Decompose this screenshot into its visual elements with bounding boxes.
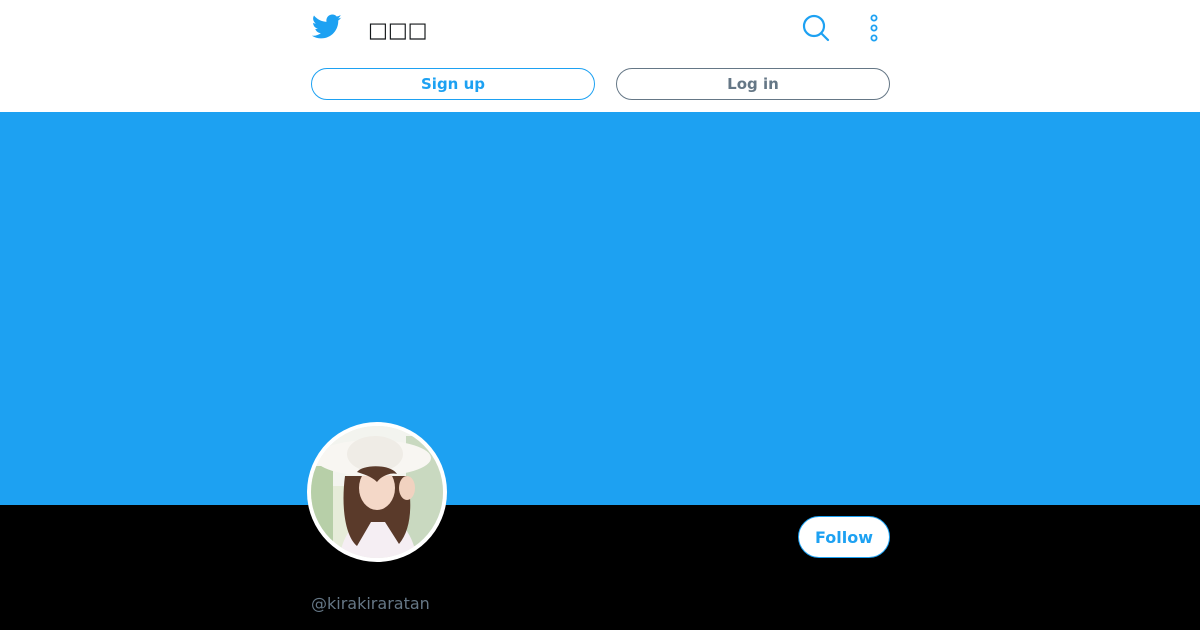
more-vertical-icon[interactable]: [864, 12, 884, 44]
follow-button[interactable]: Follow: [798, 516, 890, 558]
avatar-photo: [311, 426, 443, 558]
twitter-bird-icon[interactable]: [312, 14, 342, 40]
top-bar: □□□ Sign up Log in: [0, 0, 1200, 112]
log-in-button[interactable]: Log in: [616, 68, 890, 100]
search-icon[interactable]: [800, 12, 832, 44]
page-title: □□□: [368, 18, 428, 42]
profile-handle: @kirakiraratan: [311, 594, 430, 613]
sign-up-button[interactable]: Sign up: [311, 68, 595, 100]
profile-banner: [0, 112, 1200, 505]
avatar[interactable]: [307, 422, 447, 562]
